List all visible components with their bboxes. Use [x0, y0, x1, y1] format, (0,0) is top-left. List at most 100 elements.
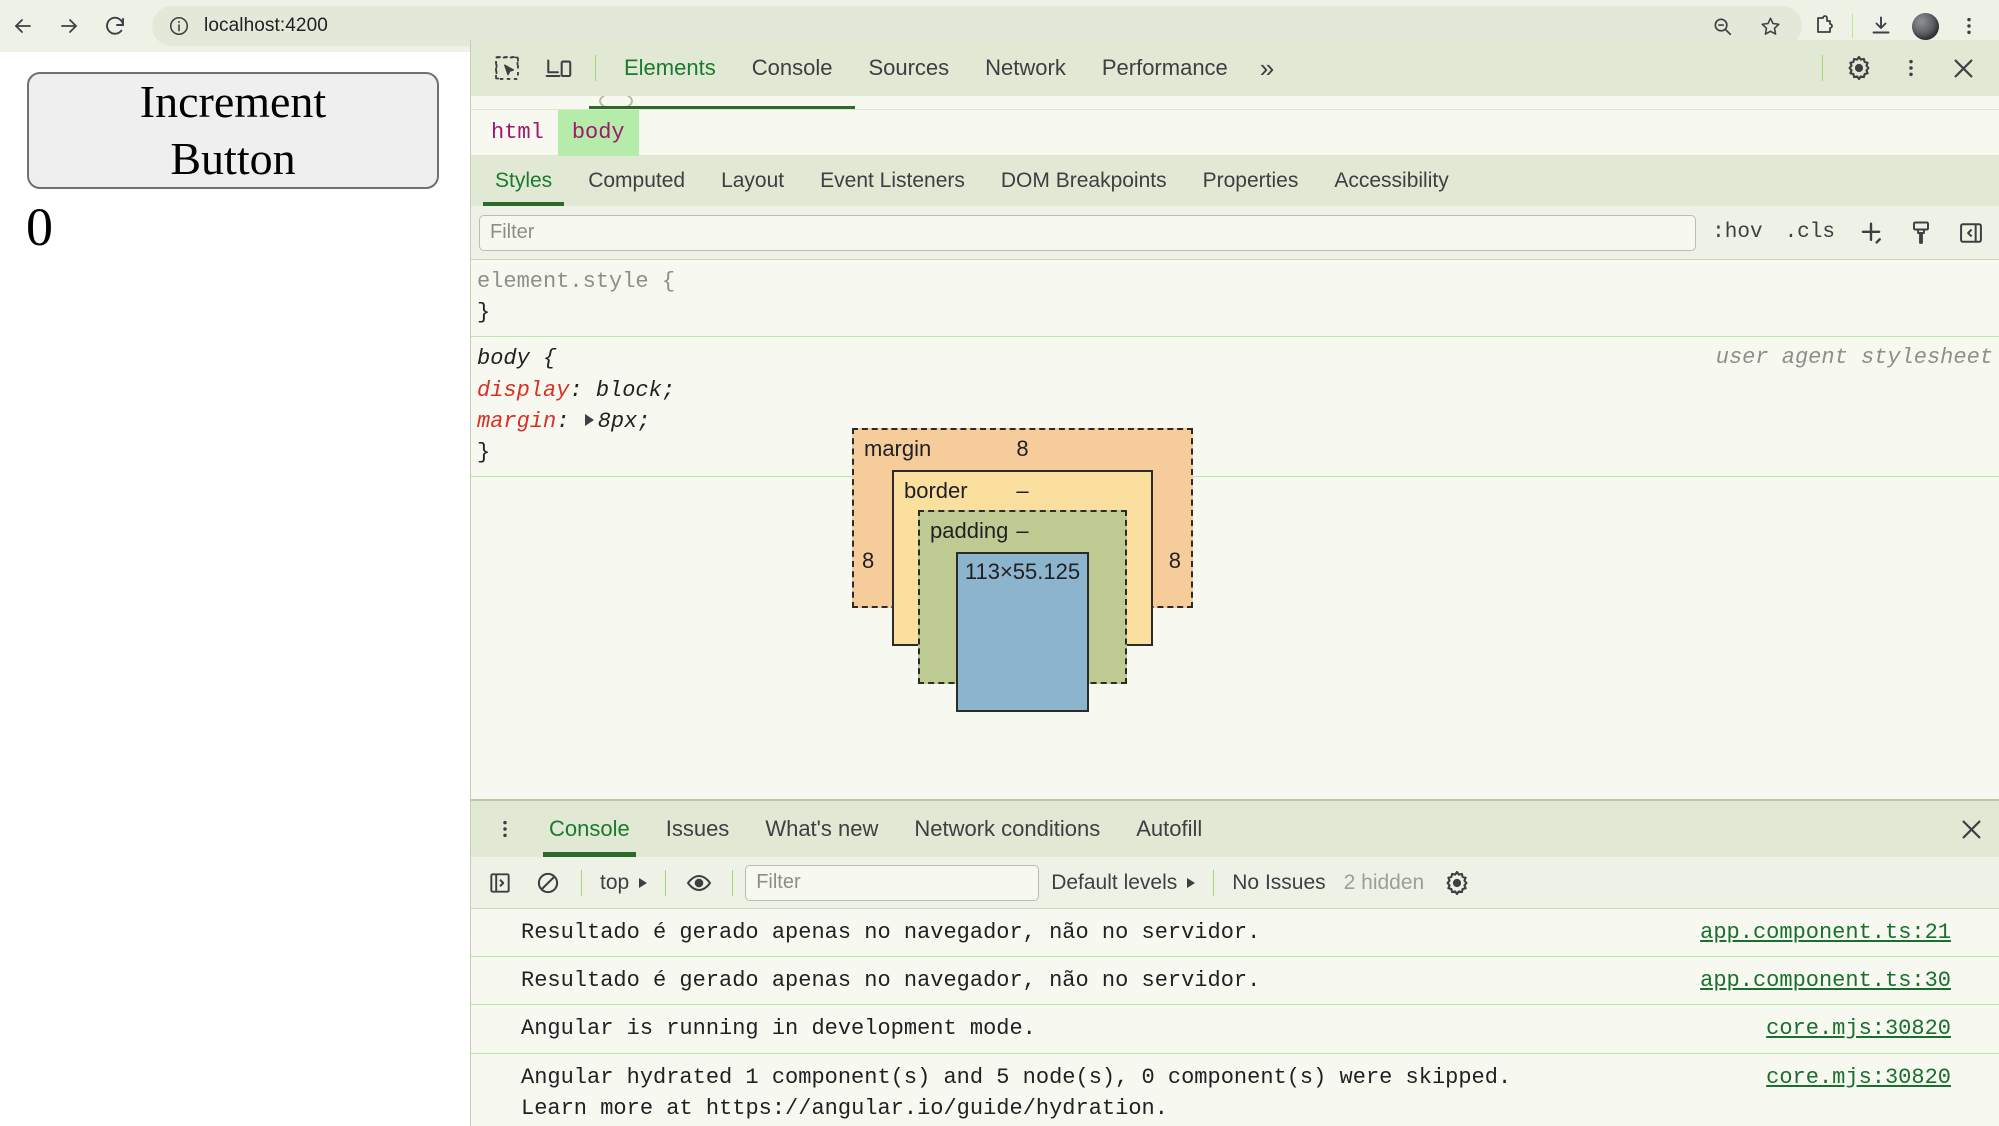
console-toolbar-divider-2: [665, 869, 667, 896]
drawer-tab-whats-new[interactable]: What's new: [747, 801, 896, 857]
drawer-tab-issues[interactable]: Issues: [648, 801, 748, 857]
console-message-list: Resultado é gerado apenas no navegador, …: [471, 909, 1999, 1126]
hydration-guide-link[interactable]: https://angular.io/guide/hydration: [706, 1096, 1155, 1121]
tab-sources[interactable]: Sources: [850, 40, 967, 96]
counter-value: 0: [26, 197, 53, 257]
console-message[interactable]: Angular is running in development mode. …: [471, 1005, 1999, 1054]
increment-button-line1: Increment: [139, 76, 327, 128]
tab-accessibility-label: Accessibility: [1334, 169, 1449, 192]
console-toolbar-divider-3: [732, 869, 734, 896]
tab-elements[interactable]: Elements: [606, 40, 734, 96]
back-button[interactable]: [0, 3, 46, 49]
console-settings-gear-icon[interactable]: [1436, 862, 1478, 904]
tab-layout[interactable]: Layout: [703, 156, 802, 206]
tab-accessibility[interactable]: Accessibility: [1316, 156, 1466, 206]
reload-button[interactable]: [92, 3, 138, 49]
console-issues-status[interactable]: No Issues: [1226, 871, 1331, 895]
style-rule-element-style[interactable]: element.style { }: [471, 260, 1999, 338]
zoom-icon[interactable]: [1708, 12, 1736, 40]
box-model-content-size: 113×55.125: [964, 559, 1081, 584]
close-drawer-icon[interactable]: [1943, 801, 1999, 857]
box-model-padding[interactable]: padding – 113×55.125: [918, 510, 1127, 712]
plus-new-style-rule-icon[interactable]: [1851, 213, 1891, 253]
more-tabs-button[interactable]: »: [1246, 40, 1288, 96]
console-sidebar-icon[interactable]: [479, 862, 521, 904]
box-model-margin-left[interactable]: 8: [862, 548, 874, 574]
tab-properties[interactable]: Properties: [1185, 156, 1317, 206]
console-message-source[interactable]: core.mjs:30820: [1766, 1013, 1951, 1044]
dom-sliver-selection: [589, 106, 855, 109]
declaration-margin[interactable]: margin: 8px;: [477, 406, 1999, 437]
drawer-tab-console[interactable]: Console: [531, 801, 648, 857]
tab-event-listeners[interactable]: Event Listeners: [802, 156, 983, 206]
console-message-source[interactable]: app.component.ts:30: [1700, 965, 1951, 996]
console-message-text: Angular is running in development mode.: [521, 1016, 1036, 1042]
styles-filter-row: Filter :hov .cls: [471, 206, 1999, 260]
declaration-display-value[interactable]: block;: [596, 378, 675, 403]
forward-button[interactable]: [46, 3, 92, 49]
box-model-margin-label: margin: [864, 436, 932, 461]
increment-button[interactable]: Increment Button: [27, 72, 439, 189]
drawer-tab-autofill[interactable]: Autofill: [1118, 801, 1220, 857]
declaration-display[interactable]: display: block;: [477, 375, 1999, 406]
bookmark-star-icon[interactable]: [1756, 12, 1784, 40]
drawer-tab-network-conditions[interactable]: Network conditions: [896, 801, 1118, 857]
console-hidden-count[interactable]: 2 hidden: [1338, 871, 1431, 895]
tab-styles[interactable]: Styles: [477, 156, 570, 206]
drawer-tab-whats-new-label: What's new: [765, 816, 879, 841]
hov-toggle[interactable]: :hov: [1706, 221, 1768, 244]
url-text[interactable]: localhost:4200: [204, 15, 328, 37]
clear-console-icon[interactable]: [527, 862, 569, 904]
style-rule-body[interactable]: user agent stylesheet body { display: bl…: [471, 337, 1999, 478]
browser-window: localhost:4200 Increment Button 0 Elemen…: [0, 0, 1999, 1126]
device-toolbar-icon[interactable]: [533, 42, 585, 94]
tab-network[interactable]: Network: [967, 40, 1084, 96]
dom-tree-sliver[interactable]: head /head: [471, 96, 1999, 110]
tab-computed[interactable]: Computed: [570, 156, 703, 206]
breadcrumb-item-html[interactable]: html: [477, 110, 558, 156]
inspect-element-icon[interactable]: [481, 42, 533, 94]
stylesheet-origin: user agent stylesheet: [1715, 345, 1993, 371]
console-filter-input[interactable]: Filter: [745, 864, 1040, 901]
tab-console-label: Console: [751, 55, 833, 80]
console-context-label: top: [600, 870, 630, 894]
console-message[interactable]: Angular hydrated 1 component(s) and 5 no…: [471, 1054, 1999, 1126]
site-info-icon[interactable]: [166, 13, 192, 39]
close-devtools-icon[interactable]: [1937, 42, 1989, 94]
console-message-text-end: .: [1154, 1095, 1168, 1121]
console-levels-selector[interactable]: Default levels: [1045, 871, 1201, 895]
box-model-border[interactable]: border – padding – 113×55.125: [892, 470, 1153, 712]
console-message-source[interactable]: core.mjs:30820: [1766, 1062, 1951, 1093]
declaration-display-name[interactable]: display: [477, 378, 569, 403]
console-message[interactable]: Resultado é gerado apenas no navegador, …: [471, 909, 1999, 958]
increment-button-line2: Button: [170, 132, 296, 184]
tab-layout-label: Layout: [721, 169, 785, 192]
console-message[interactable]: Resultado é gerado apenas no navegador, …: [471, 957, 1999, 1006]
box-model-margin-top[interactable]: 8: [1016, 436, 1028, 462]
paintbrush-icon[interactable]: [1901, 213, 1941, 253]
box-model-padding-top[interactable]: –: [1016, 518, 1028, 544]
tab-performance[interactable]: Performance: [1084, 40, 1246, 96]
gear-icon[interactable]: [1833, 42, 1885, 94]
cls-toggle[interactable]: .cls: [1779, 221, 1841, 244]
declaration-margin-value[interactable]: 8px;: [598, 409, 651, 434]
console-message-source[interactable]: app.component.ts:21: [1700, 917, 1951, 948]
drawer-menu-icon[interactable]: [479, 803, 531, 855]
console-context-selector[interactable]: top: [594, 871, 653, 895]
breadcrumb-item-body[interactable]: body: [557, 109, 639, 156]
tab-console[interactable]: Console: [734, 40, 851, 96]
drawer-tab-autofill-label: Autofill: [1136, 816, 1203, 841]
box-model-border-top[interactable]: –: [1016, 478, 1028, 504]
expand-triangle-icon[interactable]: [584, 413, 594, 426]
console-drawer: Console Issues What's new Network condit…: [471, 799, 1999, 1126]
declaration-margin-name[interactable]: margin: [477, 409, 556, 434]
box-model-content[interactable]: 113×55.125: [956, 552, 1089, 712]
tab-network-label: Network: [985, 55, 1066, 80]
box-model-margin-right[interactable]: 8: [1169, 548, 1181, 574]
box-model-margin[interactable]: margin 8 8 8 border – padding – 113×55.1…: [852, 428, 1193, 712]
tab-dom-breakpoints[interactable]: DOM Breakpoints: [983, 156, 1185, 206]
toggle-sidebar-icon[interactable]: [1951, 213, 1991, 253]
devtools-menu-icon[interactable]: [1885, 42, 1937, 94]
styles-filter-input[interactable]: Filter: [479, 214, 1697, 251]
live-expression-icon[interactable]: [678, 862, 720, 904]
